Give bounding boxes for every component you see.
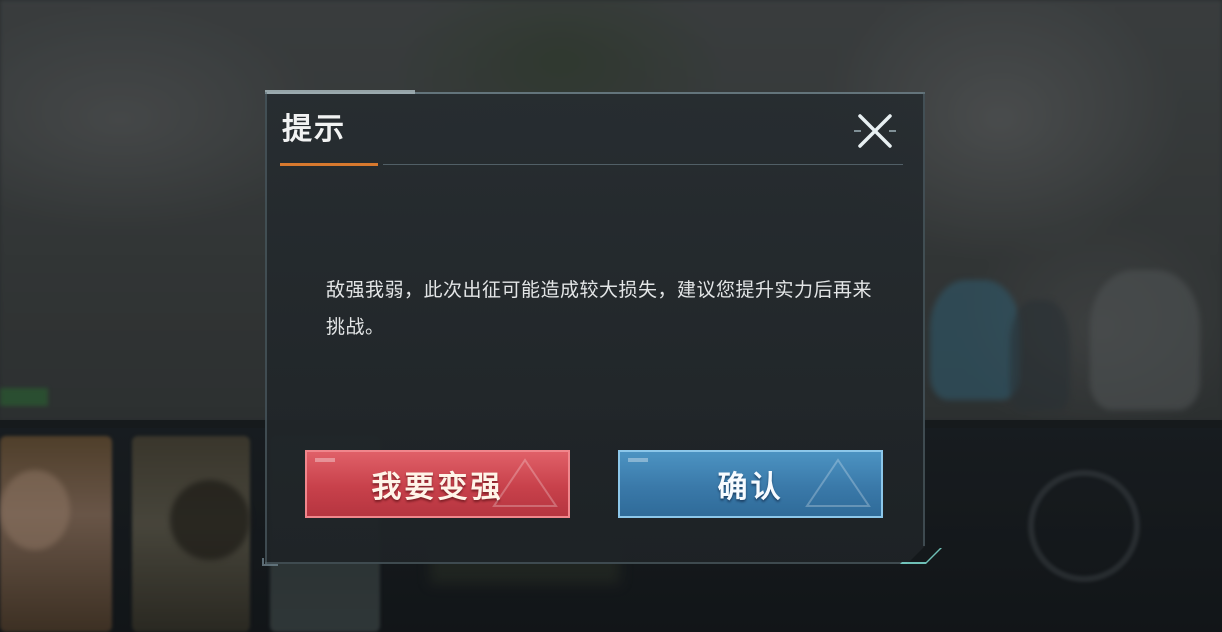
strengthen-button[interactable]: 我要变强 <box>305 450 570 518</box>
confirm-button-label: 确认 <box>717 470 784 505</box>
title-underline <box>383 164 903 165</box>
dialog-border <box>265 562 907 564</box>
triangle-decoration-icon <box>492 458 558 507</box>
title-underline-accent <box>280 163 378 166</box>
triangle-decoration-icon <box>805 458 871 507</box>
confirm-button[interactable]: 确认 <box>618 450 883 518</box>
dialog-border <box>923 92 925 546</box>
dialog-border <box>265 92 267 564</box>
dialog-message: 敌强我弱，此次出征可能造成较大损失，建议您提升实力后再来挑战。 <box>326 279 873 338</box>
dialog-corner-accent <box>262 558 278 566</box>
game-screen: 提示 敌强我弱，此次出征可能造成较大损失，建议您提升实力后再来挑战。 我要变强 … <box>0 0 1222 632</box>
dialog-title: 提示 <box>282 112 346 147</box>
dialog-border-accent <box>265 90 415 94</box>
close-button[interactable] <box>852 108 898 154</box>
button-tag-decoration <box>315 458 335 462</box>
close-icon <box>854 114 896 148</box>
strengthen-button-label: 我要变强 <box>371 470 504 505</box>
button-tag-decoration <box>628 458 648 462</box>
